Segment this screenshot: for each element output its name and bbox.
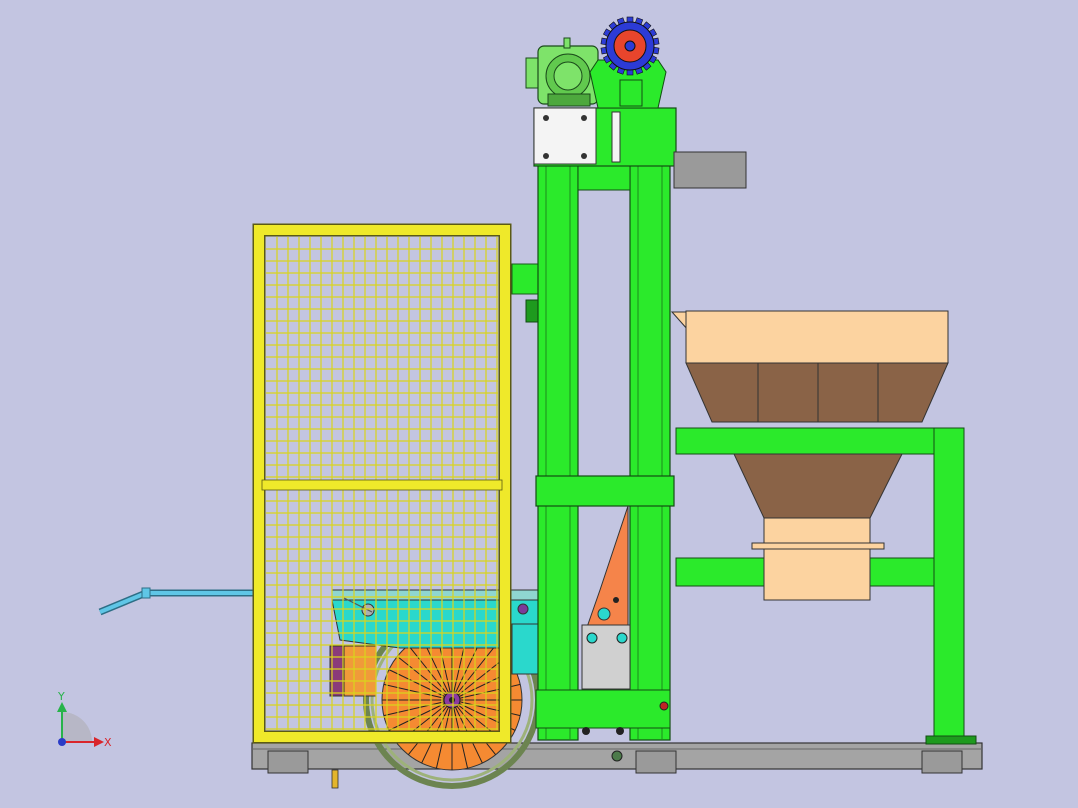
lifting-column [511,107,747,741]
cad-viewport[interactable]: Y X [0,0,1078,808]
assembly-drawing: Y X [57,16,983,789]
discharge-hose [98,587,256,616]
base-skid [251,742,983,789]
chain-sprocket [589,16,667,109]
x-axis-label: X [104,736,112,749]
axis-triad: Y X [57,690,112,749]
drive-motor [525,37,599,107]
z-axis-marker [58,738,66,746]
y-axis-label: Y [57,690,65,703]
feed-hopper [670,310,949,601]
